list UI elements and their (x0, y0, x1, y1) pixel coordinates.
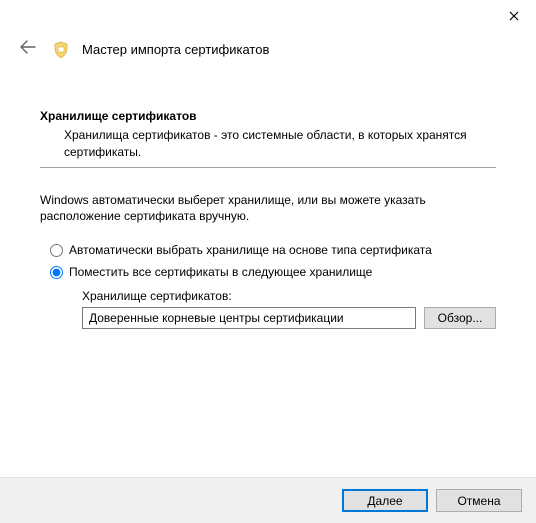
radio-auto-input[interactable] (50, 244, 63, 257)
close-button[interactable] (500, 4, 528, 28)
browse-button[interactable]: Обзор... (424, 307, 496, 329)
section-title: Хранилище сертификатов (40, 109, 496, 123)
footer: Далее Отмена (0, 477, 536, 523)
store-input[interactable] (82, 307, 416, 329)
radio-auto-label: Автоматически выбрать хранилище на основ… (69, 243, 432, 257)
radio-manual-label: Поместить все сертификаты в следующее хр… (69, 265, 372, 279)
certificate-shield-icon (52, 41, 70, 59)
radio-group: Автоматически выбрать хранилище на основ… (40, 243, 496, 279)
divider (40, 167, 496, 168)
close-icon (509, 8, 519, 24)
store-row: Обзор... (82, 307, 496, 329)
cancel-button[interactable]: Отмена (436, 489, 522, 512)
info-text: Windows автоматически выберет хранилище,… (40, 192, 496, 226)
wizard-title: Мастер импорта сертификатов (82, 42, 269, 57)
next-button[interactable]: Далее (342, 489, 428, 512)
radio-manual-input[interactable] (50, 266, 63, 279)
wizard-header: Мастер импорта сертификатов (0, 0, 536, 73)
store-label: Хранилище сертификатов: (82, 289, 496, 303)
section-description: Хранилища сертификатов - это системные о… (40, 127, 496, 161)
radio-manual-select[interactable]: Поместить все сертификаты в следующее хр… (50, 265, 496, 279)
back-button[interactable] (16, 38, 40, 61)
radio-auto-select[interactable]: Автоматически выбрать хранилище на основ… (50, 243, 496, 257)
certificate-store-block: Хранилище сертификатов: Обзор... (40, 289, 496, 329)
content-area: Хранилище сертификатов Хранилища сертифи… (0, 73, 536, 329)
